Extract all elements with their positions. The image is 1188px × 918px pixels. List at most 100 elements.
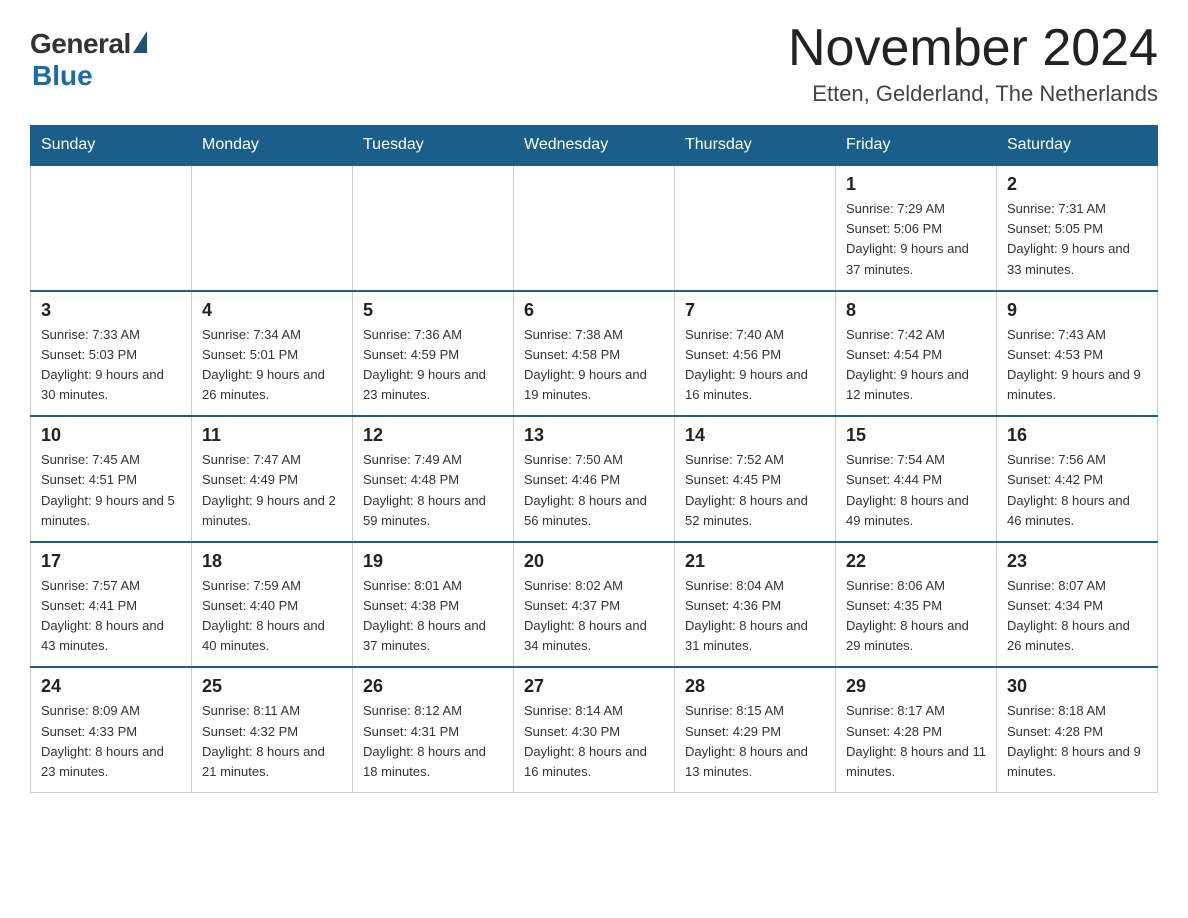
- calendar-cell: 25 Sunrise: 8:11 AMSunset: 4:32 PMDayligh…: [192, 667, 353, 792]
- month-title: November 2024: [788, 20, 1158, 77]
- calendar-cell: 20 Sunrise: 8:02 AMSunset: 4:37 PMDayligh…: [514, 542, 675, 668]
- calendar-cell: 24 Sunrise: 8:09 AMSunset: 4:33 PMDayligh…: [31, 667, 192, 792]
- day-number: 9: [1007, 300, 1147, 321]
- day-number: 22: [846, 551, 986, 572]
- day-info: Sunrise: 7:34 AMSunset: 5:01 PMDaylight:…: [202, 325, 342, 406]
- calendar-cell: [31, 165, 192, 291]
- calendar-cell: 6 Sunrise: 7:38 AMSunset: 4:58 PMDaylight…: [514, 291, 675, 417]
- day-number: 2: [1007, 174, 1147, 195]
- calendar-cell: 15 Sunrise: 7:54 AMSunset: 4:44 PMDayligh…: [836, 416, 997, 542]
- calendar-cell: 7 Sunrise: 7:40 AMSunset: 4:56 PMDaylight…: [675, 291, 836, 417]
- calendar-cell: 18 Sunrise: 7:59 AMSunset: 4:40 PMDayligh…: [192, 542, 353, 668]
- calendar-cell: 5 Sunrise: 7:36 AMSunset: 4:59 PMDaylight…: [353, 291, 514, 417]
- day-number: 6: [524, 300, 664, 321]
- weekday-header-sunday: Sunday: [31, 126, 192, 166]
- calendar-cell: 4 Sunrise: 7:34 AMSunset: 5:01 PMDaylight…: [192, 291, 353, 417]
- calendar-cell: 2 Sunrise: 7:31 AMSunset: 5:05 PMDaylight…: [997, 165, 1158, 291]
- day-info: Sunrise: 7:29 AMSunset: 5:06 PMDaylight:…: [846, 199, 986, 280]
- calendar-cell: [675, 165, 836, 291]
- day-info: Sunrise: 8:15 AMSunset: 4:29 PMDaylight:…: [685, 701, 825, 782]
- calendar-week-row: 1 Sunrise: 7:29 AMSunset: 5:06 PMDaylight…: [31, 165, 1158, 291]
- title-area: November 2024 Etten, Gelderland, The Net…: [788, 20, 1158, 107]
- day-number: 27: [524, 676, 664, 697]
- logo-general-text: General: [30, 28, 131, 60]
- day-number: 29: [846, 676, 986, 697]
- day-info: Sunrise: 7:57 AMSunset: 4:41 PMDaylight:…: [41, 576, 181, 657]
- day-info: Sunrise: 8:06 AMSunset: 4:35 PMDaylight:…: [846, 576, 986, 657]
- calendar-week-row: 3Sunrise: 7:33 AMSunset: 5:03 PMDaylight…: [31, 291, 1158, 417]
- day-number: 25: [202, 676, 342, 697]
- day-info: Sunrise: 7:42 AMSunset: 4:54 PMDaylight:…: [846, 325, 986, 406]
- weekday-header-saturday: Saturday: [997, 126, 1158, 166]
- day-number: 17: [41, 551, 181, 572]
- day-number: 5: [363, 300, 503, 321]
- calendar-cell: 3Sunrise: 7:33 AMSunset: 5:03 PMDaylight…: [31, 291, 192, 417]
- day-info: Sunrise: 8:11 AMSunset: 4:32 PMDaylight:…: [202, 701, 342, 782]
- day-number: 30: [1007, 676, 1147, 697]
- calendar-cell: 22 Sunrise: 8:06 AMSunset: 4:35 PMDayligh…: [836, 542, 997, 668]
- day-number: 1: [846, 174, 986, 195]
- location-title: Etten, Gelderland, The Netherlands: [788, 81, 1158, 107]
- day-info: Sunrise: 7:38 AMSunset: 4:58 PMDaylight:…: [524, 325, 664, 406]
- day-number: 20: [524, 551, 664, 572]
- calendar-cell: 16 Sunrise: 7:56 AMSunset: 4:42 PMDayligh…: [997, 416, 1158, 542]
- calendar-week-row: 17 Sunrise: 7:57 AMSunset: 4:41 PMDayligh…: [31, 542, 1158, 668]
- day-info: Sunrise: 7:59 AMSunset: 4:40 PMDaylight:…: [202, 576, 342, 657]
- calendar-week-row: 10 Sunrise: 7:45 AMSunset: 4:51 PMDayligh…: [31, 416, 1158, 542]
- calendar-cell: 14 Sunrise: 7:52 AMSunset: 4:45 PMDayligh…: [675, 416, 836, 542]
- day-number: 28: [685, 676, 825, 697]
- weekday-header-friday: Friday: [836, 126, 997, 166]
- day-info: Sunrise: 7:45 AMSunset: 4:51 PMDaylight:…: [41, 450, 181, 531]
- weekday-header-wednesday: Wednesday: [514, 126, 675, 166]
- day-info: Sunrise: 7:36 AMSunset: 4:59 PMDaylight:…: [363, 325, 503, 406]
- day-number: 11: [202, 425, 342, 446]
- calendar-cell: 12 Sunrise: 7:49 AMSunset: 4:48 PMDayligh…: [353, 416, 514, 542]
- day-number: 21: [685, 551, 825, 572]
- header: General Blue November 2024 Etten, Gelder…: [30, 20, 1158, 107]
- weekday-header-thursday: Thursday: [675, 126, 836, 166]
- day-info: Sunrise: 8:02 AMSunset: 4:37 PMDaylight:…: [524, 576, 664, 657]
- day-number: 24: [41, 676, 181, 697]
- day-number: 26: [363, 676, 503, 697]
- weekday-header-monday: Monday: [192, 126, 353, 166]
- calendar-cell: 29 Sunrise: 8:17 AMSunset: 4:28 PMDayligh…: [836, 667, 997, 792]
- calendar-cell: 11Sunrise: 7:47 AMSunset: 4:49 PMDayligh…: [192, 416, 353, 542]
- calendar-cell: 19Sunrise: 8:01 AMSunset: 4:38 PMDayligh…: [353, 542, 514, 668]
- day-number: 14: [685, 425, 825, 446]
- day-number: 8: [846, 300, 986, 321]
- day-number: 19: [363, 551, 503, 572]
- day-number: 7: [685, 300, 825, 321]
- calendar-cell: 27 Sunrise: 8:14 AMSunset: 4:30 PMDayligh…: [514, 667, 675, 792]
- day-info: Sunrise: 7:31 AMSunset: 5:05 PMDaylight:…: [1007, 199, 1147, 280]
- day-number: 15: [846, 425, 986, 446]
- weekday-header-tuesday: Tuesday: [353, 126, 514, 166]
- day-number: 12: [363, 425, 503, 446]
- calendar-cell: 9 Sunrise: 7:43 AMSunset: 4:53 PMDaylight…: [997, 291, 1158, 417]
- calendar-cell: 23Sunrise: 8:07 AMSunset: 4:34 PMDayligh…: [997, 542, 1158, 668]
- day-info: Sunrise: 8:09 AMSunset: 4:33 PMDaylight:…: [41, 701, 181, 782]
- day-info: Sunrise: 7:43 AMSunset: 4:53 PMDaylight:…: [1007, 325, 1147, 406]
- calendar-cell: 1 Sunrise: 7:29 AMSunset: 5:06 PMDaylight…: [836, 165, 997, 291]
- calendar-cell: 26 Sunrise: 8:12 AMSunset: 4:31 PMDayligh…: [353, 667, 514, 792]
- day-number: 10: [41, 425, 181, 446]
- day-info: Sunrise: 7:54 AMSunset: 4:44 PMDaylight:…: [846, 450, 986, 531]
- day-info: Sunrise: 7:49 AMSunset: 4:48 PMDaylight:…: [363, 450, 503, 531]
- calendar-cell: [353, 165, 514, 291]
- day-number: 18: [202, 551, 342, 572]
- calendar-cell: 17 Sunrise: 7:57 AMSunset: 4:41 PMDayligh…: [31, 542, 192, 668]
- day-info: Sunrise: 7:56 AMSunset: 4:42 PMDaylight:…: [1007, 450, 1147, 531]
- day-info: Sunrise: 7:52 AMSunset: 4:45 PMDaylight:…: [685, 450, 825, 531]
- logo: General Blue: [30, 28, 147, 92]
- calendar-cell: [192, 165, 353, 291]
- day-info: Sunrise: 8:12 AMSunset: 4:31 PMDaylight:…: [363, 701, 503, 782]
- day-info: Sunrise: 7:40 AMSunset: 4:56 PMDaylight:…: [685, 325, 825, 406]
- day-number: 16: [1007, 425, 1147, 446]
- day-info: Sunrise: 8:18 AMSunset: 4:28 PMDaylight:…: [1007, 701, 1147, 782]
- day-info: Sunrise: 8:17 AMSunset: 4:28 PMDaylight:…: [846, 701, 986, 782]
- calendar-body: 1 Sunrise: 7:29 AMSunset: 5:06 PMDaylight…: [31, 165, 1158, 792]
- day-number: 4: [202, 300, 342, 321]
- day-info: Sunrise: 8:14 AMSunset: 4:30 PMDaylight:…: [524, 701, 664, 782]
- day-info: Sunrise: 7:50 AMSunset: 4:46 PMDaylight:…: [524, 450, 664, 531]
- day-number: 23: [1007, 551, 1147, 572]
- calendar-week-row: 24 Sunrise: 8:09 AMSunset: 4:33 PMDayligh…: [31, 667, 1158, 792]
